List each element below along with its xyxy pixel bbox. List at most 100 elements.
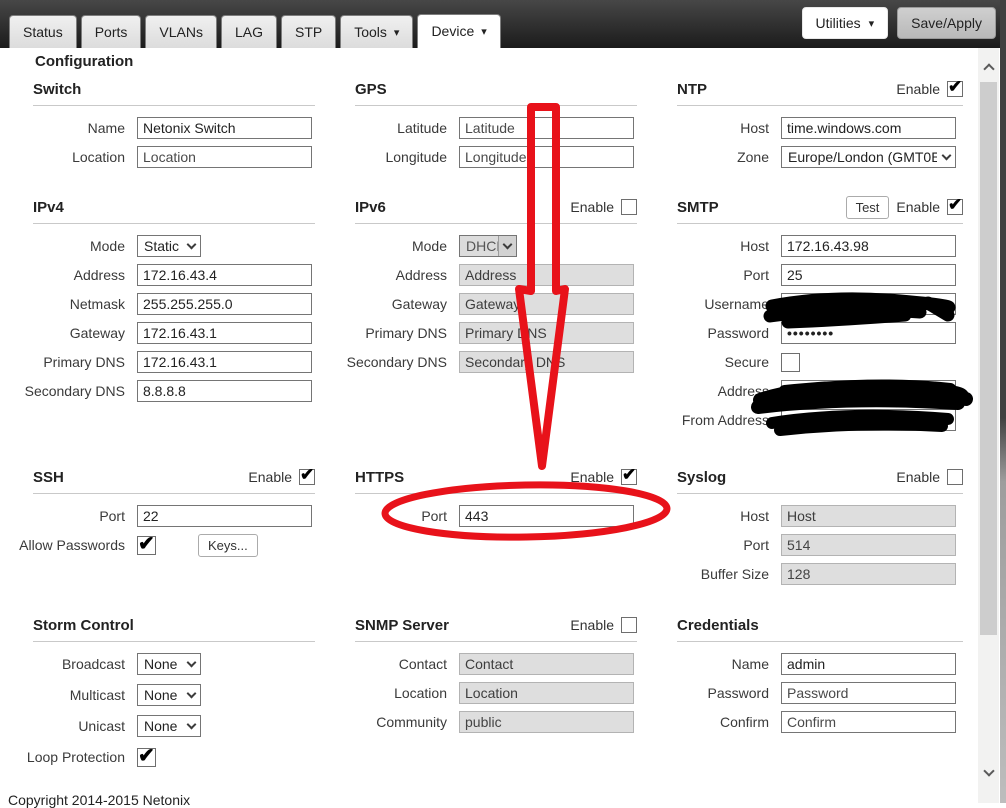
tab-bar: Status Ports VLANs LAG STP Tools▾ Device… [9, 14, 501, 48]
credentials-password-input[interactable] [781, 682, 956, 704]
enable-label: Enable [570, 469, 614, 485]
enable-label: Enable [570, 199, 614, 215]
enable-label: Enable [896, 81, 940, 97]
check-icon: ✔ [948, 77, 962, 97]
enable-label: Enable [896, 199, 940, 215]
ipv4-primary-dns-input[interactable] [137, 351, 312, 373]
enable-label: Enable [570, 617, 614, 633]
ssh-allow-passwords-checkbox[interactable]: ✔ [137, 536, 156, 555]
field-label: Longitude [355, 149, 447, 165]
field-label: Port [33, 508, 125, 524]
field-label: Community [355, 714, 447, 730]
smtp-test-button[interactable]: Test [846, 196, 890, 219]
storm-unicast-select[interactable]: None [137, 715, 201, 737]
divider [33, 493, 315, 494]
divider [33, 105, 315, 106]
storm-multicast-select[interactable]: None [137, 684, 201, 706]
enable-label: Enable [896, 469, 940, 485]
chevron-down-icon: ▾ [869, 17, 875, 30]
field-label: Name [33, 120, 125, 136]
storm-broadcast-select[interactable]: None [137, 653, 201, 675]
chevron-down-icon [186, 658, 196, 668]
tab-tools[interactable]: Tools▾ [340, 15, 413, 48]
save-apply-button[interactable]: Save/Apply [897, 7, 996, 39]
field-label: Host [677, 508, 769, 524]
page-title: Configuration [35, 53, 133, 70]
ssh-keys-button[interactable]: Keys... [198, 534, 258, 557]
gps-longitude-input[interactable] [459, 146, 634, 168]
ipv4-netmask-input[interactable] [137, 293, 312, 315]
tab-ports[interactable]: Ports [81, 15, 142, 48]
switch-location-input[interactable] [137, 146, 312, 168]
ntp-enable-checkbox[interactable]: ✔ [947, 81, 963, 97]
section-snmp: SNMP Server Enable Contact Location Comm… [355, 600, 637, 775]
scroll-down-button[interactable] [978, 761, 999, 785]
ipv4-secondary-dns-input[interactable] [137, 380, 312, 402]
utilities-button[interactable]: Utilities▾ [802, 7, 889, 39]
configuration-grid: Switch Name Location GPS Latitude Longit… [33, 78, 963, 775]
tab-stp[interactable]: STP [281, 15, 336, 48]
smtp-from-address-input[interactable] [781, 409, 956, 431]
smtp-username-input[interactable] [781, 293, 956, 315]
field-label: Address [33, 267, 125, 283]
smtp-secure-checkbox[interactable] [781, 353, 800, 372]
window-edge [1000, 0, 1006, 803]
section-title: HTTPS [355, 469, 404, 486]
divider [677, 105, 963, 106]
field-label: Name [677, 656, 769, 672]
credentials-confirm-input[interactable] [781, 711, 956, 733]
scroll-up-button[interactable] [978, 54, 999, 78]
section-title: NTP [677, 81, 707, 98]
tab-lag[interactable]: LAG [221, 15, 277, 48]
ssh-enable-checkbox[interactable]: ✔ [299, 469, 315, 485]
credentials-name-input[interactable] [781, 653, 956, 675]
field-label: Primary DNS [33, 354, 125, 370]
smtp-address-input[interactable] [781, 380, 956, 402]
https-port-input[interactable] [459, 505, 634, 527]
section-title: Switch [33, 81, 81, 98]
tab-vlans[interactable]: VLANs [145, 15, 217, 48]
ipv4-address-input[interactable] [137, 264, 312, 286]
smtp-port-input[interactable] [781, 264, 956, 286]
snmp-contact-input [459, 653, 634, 675]
scrollbar[interactable] [978, 48, 999, 803]
top-bar: Status Ports VLANs LAG STP Tools▾ Device… [0, 0, 1006, 48]
ipv6-secondary-dns-input [459, 351, 634, 373]
section-switch: Switch Name Location [33, 78, 315, 196]
smtp-enable-checkbox[interactable]: ✔ [947, 199, 963, 215]
ntp-zone-select[interactable]: Europe/London (GMT0E [781, 146, 956, 168]
section-ssh: SSH Enable ✔ Port Allow Passwords ✔ Keys… [33, 452, 315, 600]
ipv6-enable-checkbox[interactable] [621, 199, 637, 215]
section-https: HTTPS Enable ✔ Port [355, 452, 637, 600]
check-icon: ✔ [138, 743, 155, 768]
loop-protection-checkbox[interactable]: ✔ [137, 748, 156, 767]
ipv4-gateway-input[interactable] [137, 322, 312, 344]
ssh-port-input[interactable] [137, 505, 312, 527]
smtp-host-input[interactable] [781, 235, 956, 257]
divider [677, 493, 963, 494]
switch-name-input[interactable] [137, 117, 312, 139]
syslog-enable-checkbox[interactable] [947, 469, 963, 485]
chevron-down-icon [941, 151, 951, 161]
gps-latitude-input[interactable] [459, 117, 634, 139]
tab-status[interactable]: Status [9, 15, 77, 48]
chevron-down-icon: ▾ [481, 25, 487, 38]
ntp-host-input[interactable] [781, 117, 956, 139]
section-title: GPS [355, 81, 387, 98]
smtp-password-input[interactable] [781, 322, 956, 344]
scrollbar-thumb[interactable] [980, 82, 997, 635]
divider [33, 223, 315, 224]
snmp-location-input [459, 682, 634, 704]
field-label: Port [355, 508, 447, 524]
field-label: Gateway [355, 296, 447, 312]
tab-device[interactable]: Device▾ [417, 14, 500, 48]
divider [677, 641, 963, 642]
https-enable-checkbox[interactable]: ✔ [621, 469, 637, 485]
check-icon: ✔ [138, 531, 155, 556]
field-label: Host [677, 120, 769, 136]
snmp-enable-checkbox[interactable] [621, 617, 637, 633]
ipv4-mode-select[interactable]: Static [137, 235, 201, 257]
field-label: Netmask [33, 296, 125, 312]
field-label: Contact [355, 656, 447, 672]
field-label: Mode [355, 238, 447, 254]
